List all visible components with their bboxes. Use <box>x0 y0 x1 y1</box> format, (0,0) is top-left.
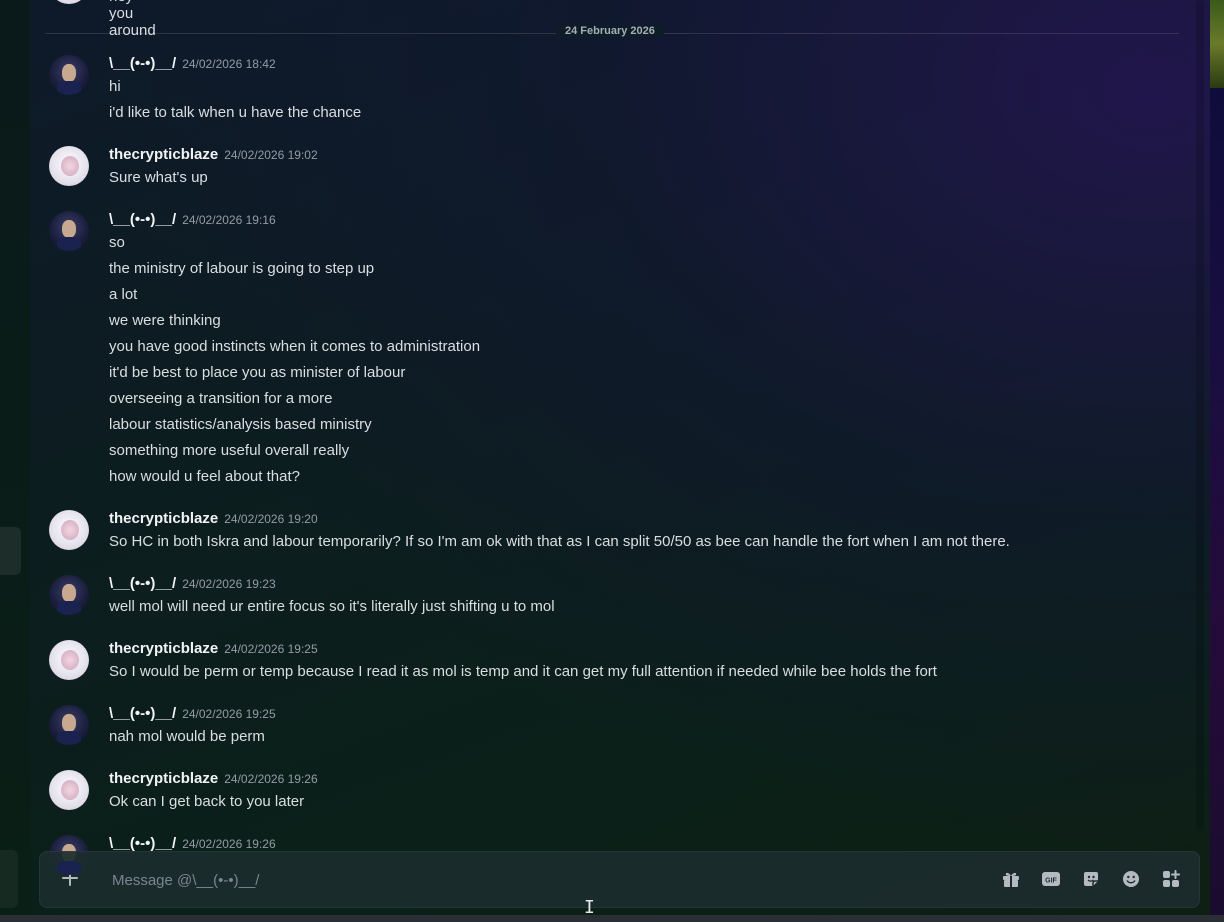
username[interactable]: \__(•-•)__/ <box>109 211 176 228</box>
member-panel-edge <box>1210 0 1224 922</box>
message-body: nah mol would be perm <box>109 726 265 752</box>
user-avatar[interactable] <box>49 575 89 615</box>
text-cursor-icon: I <box>584 897 595 918</box>
date-divider-label: 24 February 2026 <box>556 25 664 37</box>
emoji-icon <box>1123 871 1139 887</box>
blaze-avatar[interactable] <box>49 640 89 680</box>
channel-sidebar-edge <box>0 0 30 922</box>
message-body: well mol will need ur entire focus so it… <box>109 596 555 622</box>
gift-button[interactable] <box>1000 868 1022 890</box>
timestamp: 24/02/2026 18:42 <box>182 57 276 71</box>
chat-scrollbar[interactable] <box>1196 0 1204 830</box>
message-body: So I would be perm or temp because I rea… <box>109 661 937 687</box>
username[interactable]: \__(•-•)__/ <box>109 55 176 72</box>
timestamp: 24/02/2026 19:16 <box>182 213 276 227</box>
message-line: So I would be perm or temp because I rea… <box>109 663 937 680</box>
message-line: something more useful overall really <box>109 442 350 459</box>
sticker-icon <box>1084 872 1098 886</box>
blaze-avatar[interactable] <box>49 770 89 810</box>
message-line: i'd like to talk when u have the chance <box>109 104 362 121</box>
user-avatar[interactable] <box>49 705 89 745</box>
message-body: Ok can I get back to you later <box>109 791 304 817</box>
message-line: you have good instincts when it comes to… <box>109 338 481 355</box>
sticker-button[interactable] <box>1080 868 1102 890</box>
message-header: thecrypticblaze 24/02/2026 19:02 <box>109 146 318 164</box>
username[interactable]: \__(•-•)__/ <box>109 835 176 852</box>
message-body: hi i'd like to talk when u have the chanc… <box>109 76 361 128</box>
message-line: a lot <box>109 286 138 303</box>
username[interactable]: thecrypticblaze <box>109 770 218 787</box>
blaze-avatar[interactable] <box>49 510 89 550</box>
message-line: it'd be best to place you as minister of… <box>109 364 406 381</box>
message-line: Sure what's up <box>109 169 208 186</box>
message-line: So HC in both Iskra and labour temporari… <box>109 533 1010 550</box>
timestamp: 24/02/2026 19:02 <box>224 148 318 162</box>
emoji-button[interactable] <box>1120 868 1142 890</box>
blaze-avatar[interactable] <box>49 146 89 186</box>
username[interactable]: \__(•-•)__/ <box>109 705 176 722</box>
message-line: we were thinking <box>109 312 221 329</box>
timestamp: 24/02/2026 19:23 <box>182 577 276 591</box>
message-header: \__(•-•)__/ 24/02/2026 18:42 <box>109 55 276 73</box>
username[interactable]: thecrypticblaze <box>109 146 218 163</box>
message-header: \__(•-•)__/ 24/02/2026 19:23 <box>109 575 276 593</box>
message-line: well mol will need ur entire focus so it… <box>109 598 555 615</box>
timestamp: 24/02/2026 19:26 <box>224 772 318 786</box>
message-line: so <box>109 234 125 251</box>
user-avatar[interactable] <box>49 211 89 251</box>
message-header: thecrypticblaze 24/02/2026 19:20 <box>109 510 318 528</box>
message-line: overseeing a transition for a more <box>109 390 333 407</box>
message-line: hi <box>109 78 121 95</box>
message-input[interactable] <box>110 852 974 909</box>
message-line: the ministry of labour is going to step … <box>109 260 375 277</box>
timestamp: 24/02/2026 19:26 <box>182 837 276 851</box>
username[interactable]: \__(•-•)__/ <box>109 575 176 592</box>
message-header: \__(•-•)__/ 24/02/2026 19:16 <box>109 211 276 229</box>
message-composer: GIF <box>39 851 1200 909</box>
banner-thumbnail <box>1210 0 1224 88</box>
message-header: \__(•-•)__/ 24/02/2026 19:25 <box>109 705 276 723</box>
gif-icon: GIF <box>1042 872 1060 886</box>
message-body: Sure what's up <box>109 167 208 193</box>
user-avatar[interactable] <box>49 55 89 95</box>
username[interactable]: thecrypticblaze <box>109 640 218 657</box>
message-line: labour statistics/analysis based ministr… <box>109 416 372 433</box>
timestamp: 24/02/2026 19:25 <box>182 707 276 721</box>
message-body: So HC in both Iskra and labour temporari… <box>109 531 1010 557</box>
timestamp: 24/02/2026 19:20 <box>224 512 318 526</box>
timestamp: 24/02/2026 19:25 <box>224 642 318 656</box>
username[interactable]: thecrypticblaze <box>109 510 218 527</box>
gift-icon <box>1003 872 1019 887</box>
gif-button[interactable]: GIF <box>1040 868 1062 890</box>
apps-button[interactable] <box>1160 868 1182 890</box>
message-line: how would u feel about that? <box>109 468 300 485</box>
message-header: thecrypticblaze 24/02/2026 19:25 <box>109 640 318 658</box>
message-body: so the ministry of labour is going to ste… <box>109 232 480 492</box>
message-line: Ok can I get back to you later <box>109 793 305 810</box>
message-line: nah mol would be perm <box>109 728 265 745</box>
window-bottom-edge <box>0 915 1224 922</box>
sidebar-selected-item[interactable] <box>0 527 21 575</box>
message-header: thecrypticblaze 24/02/2026 19:26 <box>109 770 318 788</box>
apps-icon <box>1163 870 1180 887</box>
sidebar-user-panel[interactable] <box>0 850 18 908</box>
svg-text:GIF: GIF <box>1045 878 1057 885</box>
